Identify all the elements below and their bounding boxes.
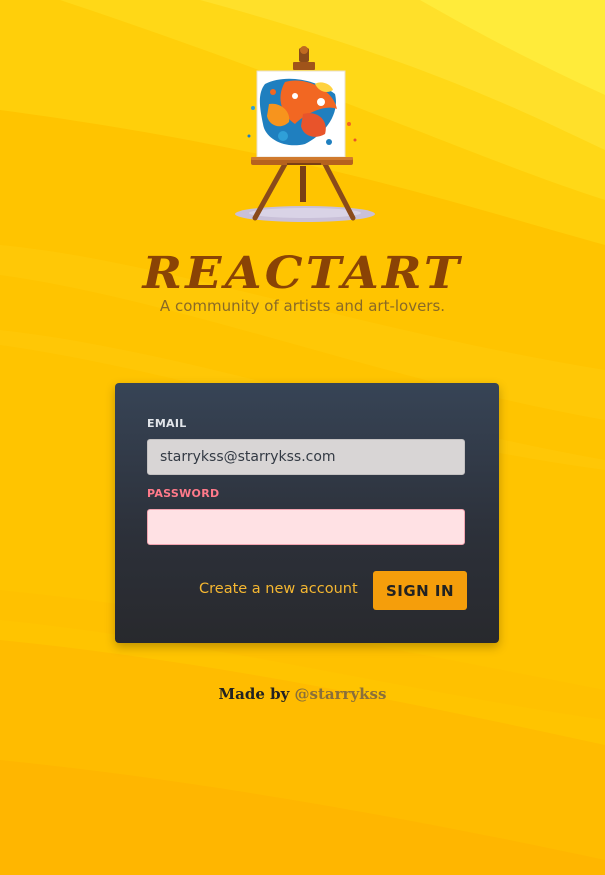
password-input[interactable] (147, 509, 465, 545)
email-label: EMAIL (147, 417, 187, 430)
app-title: REACTART (142, 248, 463, 299)
create-account-link[interactable]: Create a new account (199, 581, 358, 597)
email-input[interactable] (147, 439, 465, 475)
author-link[interactable]: @starrykss (295, 685, 387, 703)
easel-painting-icon (235, 46, 375, 222)
made-by-label: Made by (218, 685, 290, 703)
login-form: EMAIL PASSWORD Create a new account SIGN… (115, 383, 499, 643)
app-subtitle: A community of artists and art-lovers. (159, 297, 446, 315)
footer-credit: Made by @starrykss (0, 685, 605, 703)
password-label: PASSWORD (147, 487, 220, 500)
sign-in-button[interactable]: SIGN IN (373, 571, 467, 610)
